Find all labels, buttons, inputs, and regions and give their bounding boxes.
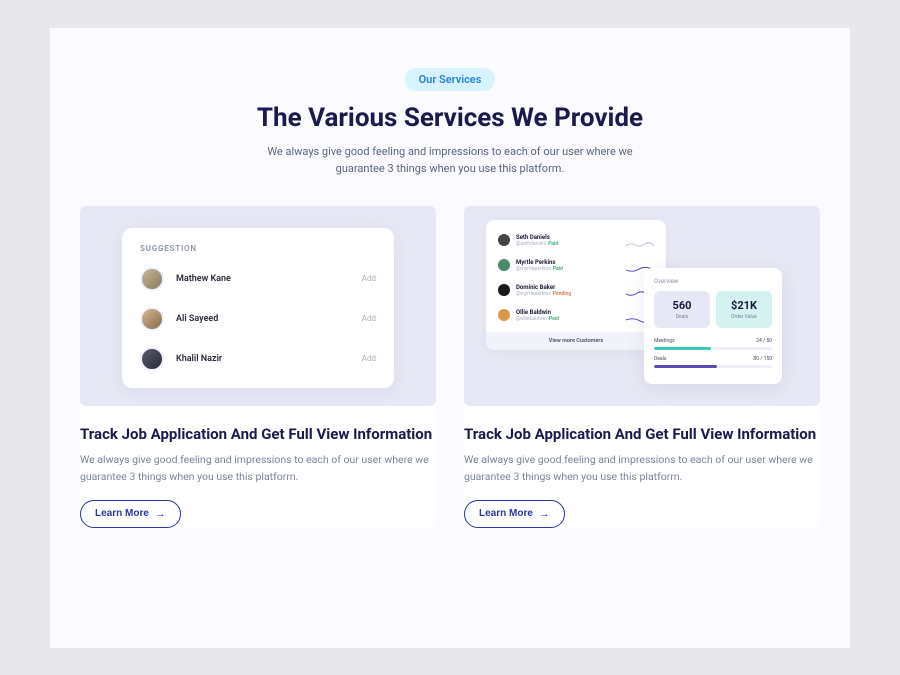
metric-label: Deals: [654, 356, 666, 362]
progress-bar: [654, 347, 772, 350]
stat-order-value: $21K Order Value: [716, 291, 772, 328]
metric-deals: Deals 80 / 150: [654, 356, 772, 368]
customer-row: Dominic Baker @myrtleperkinsPending: [486, 280, 666, 305]
illustration-suggestion: SUGGESTION Mathew Kane Add Ali Sayeed Ad…: [80, 206, 436, 406]
metric-label: Meetings: [654, 338, 675, 344]
customer-row: Seth Daniels @sethdanielsPaid: [486, 230, 666, 255]
overview-stats: 560 Deals $21K Order Value: [654, 291, 772, 328]
suggestion-header: SUGGESTION: [140, 244, 376, 253]
section-subtitle: We always give good feeling and impressi…: [260, 143, 640, 178]
avatar: [140, 347, 164, 371]
stat-value: $21K: [720, 299, 768, 312]
services-section: Our Services The Various Services We Pro…: [50, 28, 850, 648]
stat-value: 560: [658, 299, 706, 312]
customer-name: Myrtle Perkins: [516, 259, 620, 266]
avatar: [140, 267, 164, 291]
metric-value: 24 / 50: [756, 338, 772, 344]
card-title: Track Job Application And Get Full View …: [464, 424, 820, 444]
learn-more-button[interactable]: Learn More →: [80, 500, 181, 528]
learn-more-label: Learn More: [95, 508, 149, 519]
overview-title: Overview: [654, 278, 772, 285]
section-header: Our Services The Various Services We Pro…: [80, 68, 820, 178]
illustration-customers: Seth Daniels @sethdanielsPaid Myrtle Per…: [464, 206, 820, 406]
customer-row: Myrtle Perkins @myrtleperkinsPaid: [486, 255, 666, 280]
suggestion-row: Ali Sayeed Add: [140, 307, 376, 331]
customer-meta: @myrtleperkinsPending: [516, 291, 620, 297]
stat-label: Order Value: [720, 314, 768, 320]
avatar: [498, 259, 510, 271]
customer-row: Ollie Baldwin @olliebaldwinPaid: [486, 305, 666, 330]
add-button[interactable]: Add: [362, 354, 376, 363]
card-description: We always give good feeling and impressi…: [80, 452, 436, 486]
cards-row: SUGGESTION Mathew Kane Add Ali Sayeed Ad…: [80, 206, 820, 528]
avatar: [498, 234, 510, 246]
customer-name: Ollie Baldwin: [516, 309, 620, 316]
customer-meta: @sethdanielsPaid: [516, 241, 620, 247]
metric-value: 80 / 150: [753, 356, 772, 362]
stat-deals: 560 Deals: [654, 291, 710, 328]
customers-panel: Seth Daniels @sethdanielsPaid Myrtle Per…: [486, 220, 666, 350]
customer-name: Dominic Baker: [516, 284, 620, 291]
avatar: [140, 307, 164, 331]
arrow-right-icon: →: [539, 508, 550, 520]
arrow-right-icon: →: [155, 508, 166, 520]
section-title: The Various Services We Provide: [80, 103, 820, 133]
overview-panel: Overview 560 Deals $21K Order Value: [644, 268, 782, 384]
suggestion-row: Mathew Kane Add: [140, 267, 376, 291]
learn-more-label: Learn More: [479, 508, 533, 519]
card-description: We always give good feeling and impressi…: [464, 452, 820, 486]
learn-more-button[interactable]: Learn More →: [464, 500, 565, 528]
metric-meetings: Meetings 24 / 50: [654, 338, 772, 350]
service-card-1: SUGGESTION Mathew Kane Add Ali Sayeed Ad…: [80, 206, 436, 528]
customer-meta: @myrtleperkinsPaid: [516, 266, 620, 272]
suggestion-name: Mathew Kane: [176, 274, 350, 284]
suggestion-row: Khalil Nazir Add: [140, 347, 376, 371]
customer-name: Seth Daniels: [516, 234, 620, 241]
service-card-2: Seth Daniels @sethdanielsPaid Myrtle Per…: [464, 206, 820, 528]
avatar: [498, 284, 510, 296]
suggestion-panel: SUGGESTION Mathew Kane Add Ali Sayeed Ad…: [122, 228, 394, 388]
suggestion-name: Khalil Nazir: [176, 354, 350, 364]
section-badge: Our Services: [405, 68, 496, 91]
customer-meta: @olliebaldwinPaid: [516, 316, 620, 322]
stat-label: Deals: [658, 314, 706, 320]
sparkline-icon: [626, 235, 654, 245]
avatar: [498, 309, 510, 321]
add-button[interactable]: Add: [362, 314, 376, 323]
suggestion-name: Ali Sayeed: [176, 314, 350, 324]
view-more-button[interactable]: View more Customers: [486, 332, 666, 350]
add-button[interactable]: Add: [362, 274, 376, 283]
card-title: Track Job Application And Get Full View …: [80, 424, 436, 444]
progress-bar: [654, 365, 772, 368]
